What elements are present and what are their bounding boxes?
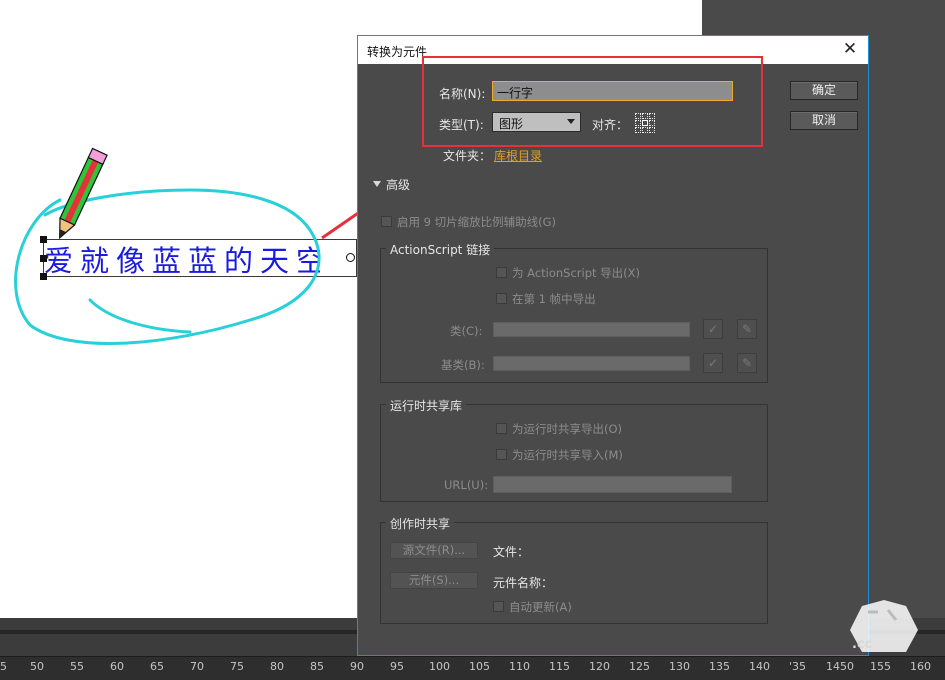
source-file-button[interactable]: 源文件(R)... xyxy=(390,542,478,559)
ruler-label: 75 xyxy=(230,660,244,673)
ruler-label: 110 xyxy=(509,660,530,673)
collapse-triangle-icon[interactable] xyxy=(373,181,381,187)
authortime-sharing-title: 创作时共享 xyxy=(386,515,455,532)
actionscript-group-title: ActionScript 链接 xyxy=(386,241,495,258)
scale9-checkbox[interactable] xyxy=(381,216,392,227)
auto-update-label: 自动更新(A) xyxy=(509,600,572,614)
ruler-label: 85 xyxy=(310,660,324,673)
ruler-label: 130 xyxy=(669,660,690,673)
transform-pivot-handle[interactable] xyxy=(346,253,355,262)
close-icon[interactable]: ✕ xyxy=(840,39,860,59)
ruler-label: 60 xyxy=(110,660,124,673)
advanced-toggle[interactable]: 高级 xyxy=(386,176,410,193)
export-actionscript-checkbox[interactable] xyxy=(496,267,507,278)
ruler-label: 1450 xyxy=(826,660,854,673)
ruler-label: 95 xyxy=(390,660,404,673)
url-input[interactable] xyxy=(493,476,732,493)
ruler-label: 90 xyxy=(350,660,364,673)
export-runtime-label: 为运行时共享导出(O) xyxy=(512,422,623,436)
transform-handle[interactable] xyxy=(40,236,47,243)
pencil-edit-icon[interactable]: ✎ xyxy=(737,319,757,339)
ruler-label: 160 xyxy=(910,660,931,673)
import-runtime-label: 为运行时共享导入(M) xyxy=(512,448,623,462)
ruler-label: 80 xyxy=(270,660,284,673)
transform-handle[interactable] xyxy=(40,273,47,280)
base-class-label: 基类(B): xyxy=(441,358,485,372)
check-icon[interactable]: ✓ xyxy=(703,353,723,373)
export-runtime-checkbox[interactable] xyxy=(496,423,507,434)
selection-bounding-box[interactable] xyxy=(43,239,357,277)
ruler-label: 155 xyxy=(870,660,891,673)
class-label: 类(C): xyxy=(450,324,483,338)
auto-update-checkbox[interactable] xyxy=(493,601,504,612)
url-label: URL(U): xyxy=(444,478,489,492)
ruler-label: 120 xyxy=(589,660,610,673)
dialog-title: 转换为元件 xyxy=(367,45,428,59)
ruler-label: 70 xyxy=(190,660,204,673)
symbol-button[interactable]: 元件(S)... xyxy=(390,572,478,589)
ruler-label: 115 xyxy=(549,660,570,673)
folder-link[interactable]: 库根目录 xyxy=(494,147,542,164)
check-icon[interactable]: ✓ xyxy=(703,319,723,339)
base-class-input[interactable] xyxy=(493,356,690,371)
ruler-label: 125 xyxy=(629,660,650,673)
ruler-label: 50 xyxy=(30,660,44,673)
ruler-label: 55 xyxy=(70,660,84,673)
transform-handle[interactable] xyxy=(40,255,47,262)
red-highlight-annotation xyxy=(422,56,763,147)
ruler-label: 5 xyxy=(0,660,7,673)
export-frame1-checkbox[interactable] xyxy=(496,293,507,304)
ruler-label: 65 xyxy=(150,660,164,673)
file-label: 文件： xyxy=(493,545,530,559)
class-input[interactable] xyxy=(493,322,690,337)
scale9-label: 启用 9 切片缩放比例辅助线(G) xyxy=(397,215,557,229)
watermark-text: .cc xyxy=(852,637,873,652)
ok-button[interactable]: 确定 xyxy=(790,81,858,100)
export-frame1-label: 在第 1 帧中导出 xyxy=(512,292,596,306)
export-actionscript-label: 为 ActionScript 导出(X) xyxy=(512,266,641,280)
ruler-label: '35 xyxy=(789,660,807,673)
cancel-button[interactable]: 取消 xyxy=(790,111,858,130)
symbol-name-label: 元件名称： xyxy=(493,576,554,590)
ruler-label: 140 xyxy=(749,660,770,673)
ruler-label: 135 xyxy=(709,660,730,673)
ruler-label: 100 xyxy=(429,660,450,673)
ruler-label: 105 xyxy=(469,660,490,673)
pencil-edit-icon[interactable]: ✎ xyxy=(737,353,757,373)
runtime-sharing-title: 运行时共享库 xyxy=(386,397,467,414)
folder-label: 文件夹： xyxy=(443,149,492,163)
import-runtime-checkbox[interactable] xyxy=(496,449,507,460)
